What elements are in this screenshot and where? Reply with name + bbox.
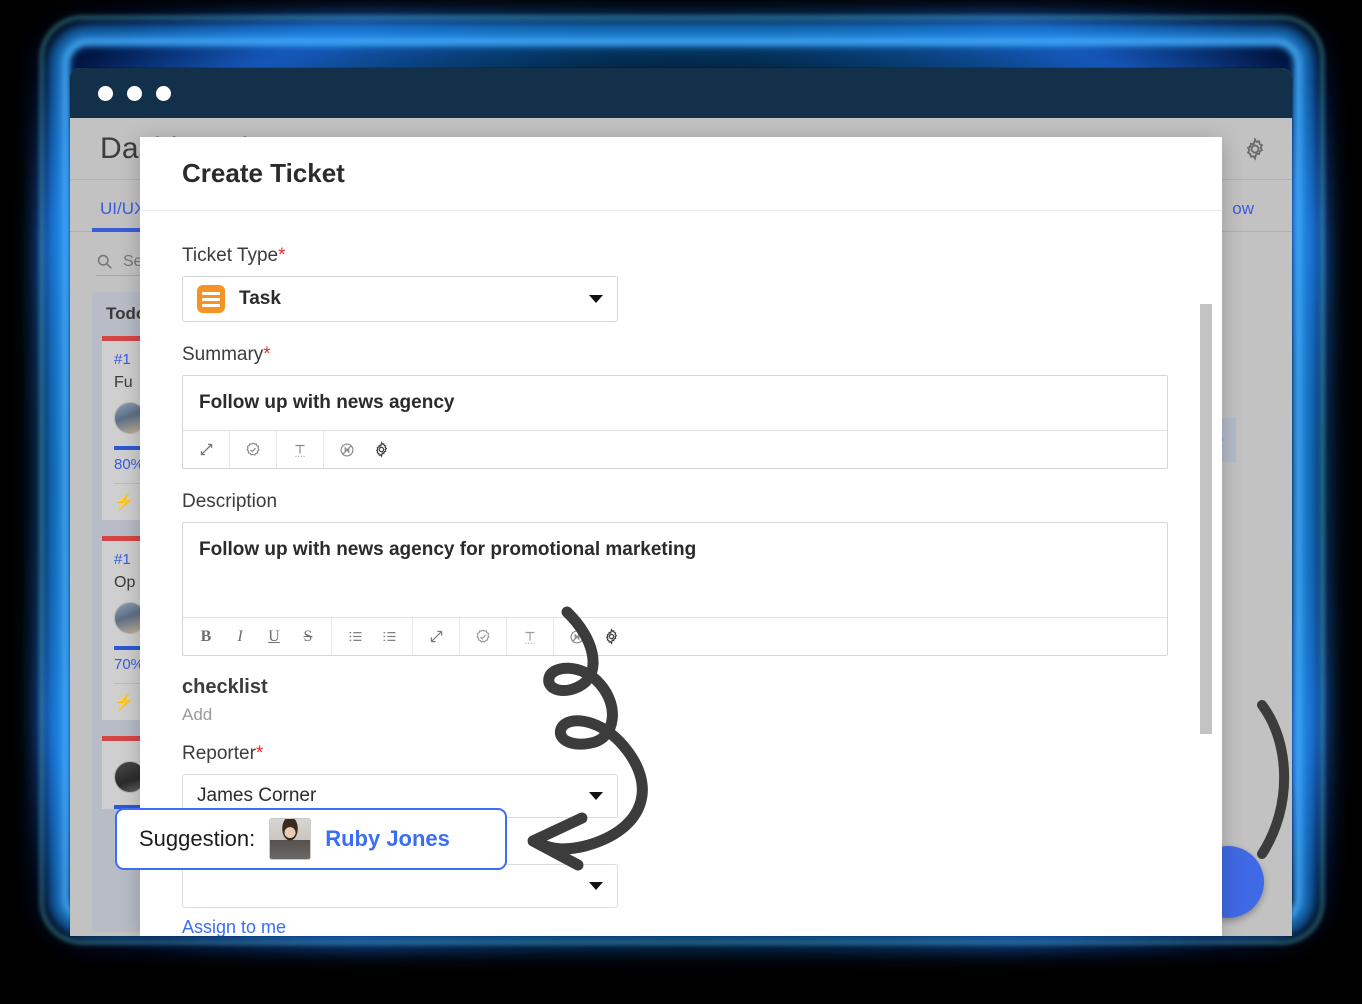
chevron-down-icon <box>589 882 603 890</box>
checklist-label: checklist <box>182 676 268 698</box>
gear-icon[interactable] <box>364 431 398 468</box>
desc-toolbar-group-expand <box>413 618 460 655</box>
suggestion-name[interactable]: Ruby Jones <box>325 826 450 852</box>
desc-toolbar-group-lists <box>332 618 413 655</box>
desc-toolbar-group-format: B I U S <box>183 618 332 655</box>
bold-icon[interactable]: B <box>189 618 223 655</box>
search-icon <box>97 254 112 269</box>
summary-editor: Follow up with news agency <box>182 375 1168 469</box>
check-badge-icon[interactable] <box>236 431 270 468</box>
collapse-icon[interactable] <box>189 431 223 468</box>
numbered-list-icon[interactable] <box>372 618 406 655</box>
assignee-select[interactable] <box>182 864 618 908</box>
ticket-type-label: Ticket Type* <box>182 245 1180 267</box>
assignee-helper-link[interactable]: Assign to me <box>182 917 1180 936</box>
required-marker: * <box>263 344 271 365</box>
desc-toolbar-group-misc <box>554 618 634 655</box>
no-entry-icon[interactable] <box>560 618 594 655</box>
window-dot-3[interactable] <box>156 85 171 101</box>
ticket-type-select[interactable]: Task <box>182 276 618 322</box>
chevron-down-icon <box>589 792 603 800</box>
summary-input[interactable]: Follow up with news agency <box>183 376 1167 430</box>
summary-toolbar-group-4 <box>324 431 404 468</box>
suggestion-label: Suggestion: <box>139 826 256 851</box>
reporter-label-text: Reporter <box>182 743 256 764</box>
chevron-down-icon <box>589 295 603 303</box>
desc-toolbar-group-check <box>460 618 507 655</box>
window-dot-1[interactable] <box>98 85 113 101</box>
required-marker: * <box>278 245 286 266</box>
modal-header: Create Ticket <box>140 137 1222 211</box>
description-input[interactable]: Follow up with news agency for promotion… <box>183 523 1167 617</box>
tab-workflow[interactable]: ow <box>1224 199 1262 231</box>
checklist-add-link[interactable]: Add <box>182 705 1180 725</box>
bullet-list-icon[interactable] <box>338 618 372 655</box>
ticket-type-value: Task <box>239 288 281 309</box>
modal-title: Create Ticket <box>182 158 345 188</box>
text-format-icon[interactable] <box>283 431 317 468</box>
window-titlebar <box>70 68 1292 118</box>
modal-scrollbar[interactable] <box>1200 304 1212 734</box>
suggestion-callout[interactable]: Suggestion: Ruby Jones <box>115 808 507 870</box>
summary-label: Summary* <box>182 344 1180 366</box>
underline-icon[interactable]: U <box>257 618 291 655</box>
description-label: Description <box>182 491 278 512</box>
description-toolbar: B I U S <box>183 617 1167 655</box>
summary-toolbar-group-3 <box>277 431 324 468</box>
strikethrough-icon[interactable]: S <box>291 618 325 655</box>
window-dot-2[interactable] <box>127 85 142 101</box>
screenshot-stage: Dashboard UI/UX ow Search <box>0 0 1362 1004</box>
gear-icon[interactable] <box>594 618 628 655</box>
italic-icon[interactable]: I <box>223 618 257 655</box>
reporter-label: Reporter* <box>182 743 1180 765</box>
task-icon <box>197 285 225 313</box>
modal-overlay: Create Ticket Ticket Type* Task Summary* <box>70 68 1292 936</box>
summary-toolbar <box>183 430 1167 468</box>
no-entry-icon[interactable] <box>330 431 364 468</box>
bolt-icon: ⚡ <box>114 494 134 511</box>
bolt-icon: ⚡ <box>114 694 134 711</box>
expand-icon[interactable] <box>419 618 453 655</box>
check-badge-icon[interactable] <box>466 618 500 655</box>
text-format-icon[interactable] <box>513 618 547 655</box>
ruby-jones-avatar <box>269 818 312 860</box>
summary-label-text: Summary <box>182 344 264 365</box>
summary-toolbar-group-1 <box>183 431 230 468</box>
gear-icon[interactable] <box>1242 136 1268 162</box>
summary-toolbar-group-2 <box>230 431 277 468</box>
required-marker: * <box>255 743 264 764</box>
description-editor: Follow up with news agency for promotion… <box>182 522 1168 656</box>
reporter-value: James Corner <box>197 785 317 806</box>
ticket-type-label-text: Ticket Type <box>182 245 279 266</box>
desc-toolbar-group-text <box>507 618 554 655</box>
